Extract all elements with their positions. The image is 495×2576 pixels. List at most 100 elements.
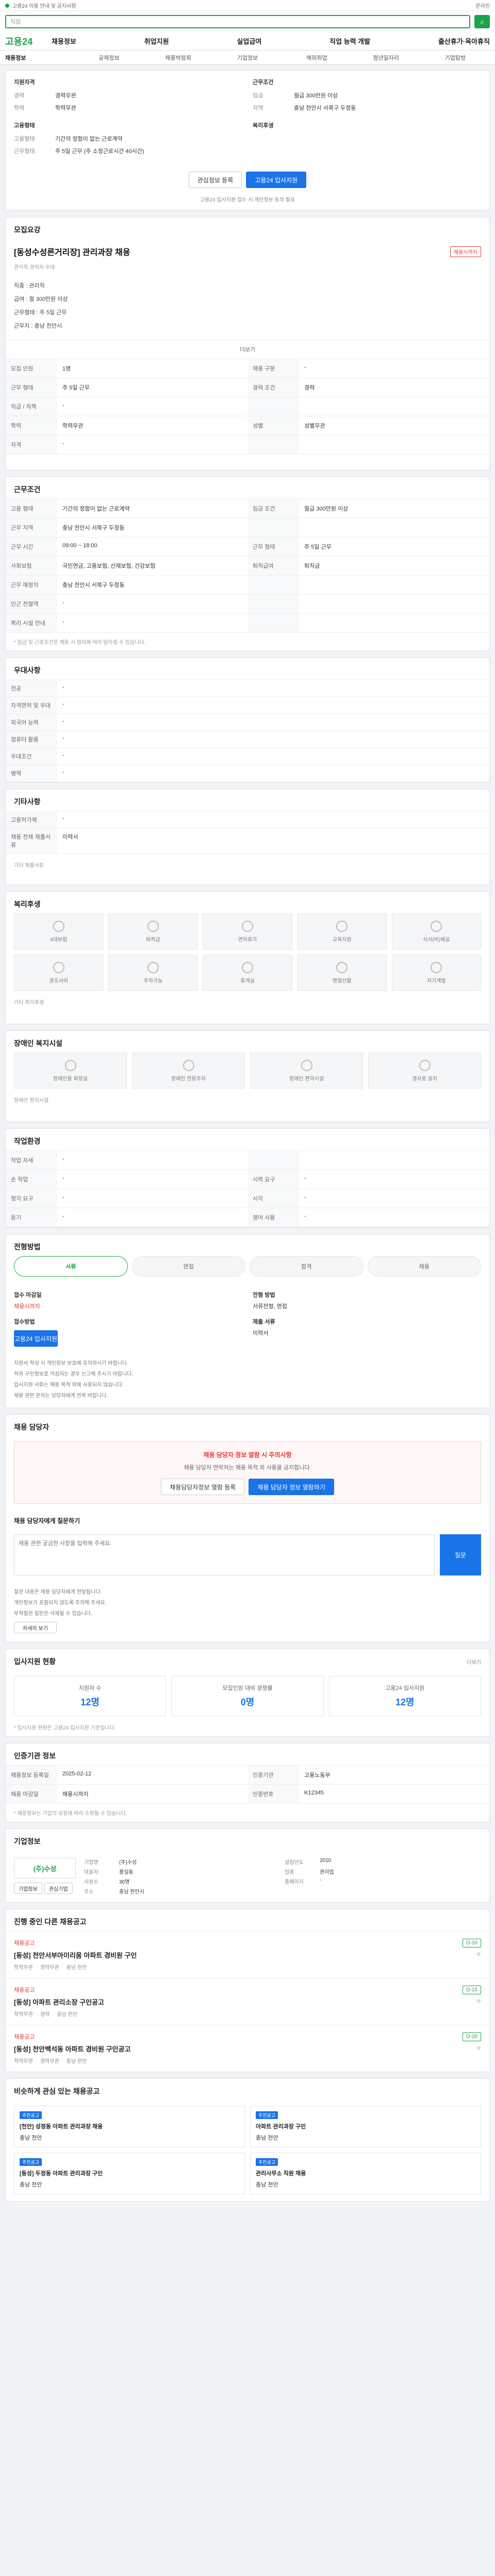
- apply-button[interactable]: 고용24 입사지원: [14, 1330, 58, 1347]
- other-table: 고용허가제 - 채용 전제 제출서류 이력서: [6, 811, 489, 854]
- qna-more-button[interactable]: 자세히 보기: [14, 1622, 57, 1633]
- top-notice-bar: 고용24 이용 안내 및 공지사항 온라인: [0, 0, 495, 11]
- disability-grid: 장애인용 화장실 장애인 전용주차 장애인 편의시설 경사로 설치: [6, 1053, 489, 1096]
- subnav-item-3[interactable]: 기업정보: [213, 54, 282, 62]
- conditions-section-title: 근무조건: [14, 485, 41, 494]
- process-section-title: 전형방법: [14, 1243, 41, 1251]
- list-item[interactable]: 추천공고 아파트 관리과장 구인 충남 천안: [250, 2106, 481, 2147]
- conditions-footnote: * 임금 및 근로조건은 채용 시 협의에 따라 달라질 수 있습니다.: [14, 640, 146, 646]
- recruit-grid: 모집 인원 1명 채용 구분 - 근무 형태 주 5일 근무 경력 조건 경력 직급 / 직…: [6, 359, 489, 454]
- gnb-item-leave[interactable]: 출산휴가·육아휴직: [438, 36, 490, 46]
- list-item[interactable]: 추천공고 [동성] 두정동 아파트 관리과장 구인 충남 천안: [14, 2153, 245, 2194]
- subnav-item-6[interactable]: 기업탐방: [421, 54, 490, 62]
- deadline-badge: D-10: [463, 1939, 481, 1947]
- welfare-item: 자기계발: [391, 955, 481, 991]
- recruit-section-title: 모집요강: [14, 226, 41, 234]
- other-section-title: 기타사항: [14, 798, 41, 806]
- search-input[interactable]: 직업: [5, 15, 470, 28]
- welfare-section-title: 복리후생: [14, 900, 41, 908]
- welfare-grid: 4대보험 퇴직금 연차휴가 교육지원 식사(비)제공 경조사비 주차가능 휴게실…: [6, 913, 489, 998]
- check-item: 직종 : 관리직: [14, 283, 45, 289]
- list-item[interactable]: 채용공고 [동성] 아파트 관리소장 구인공고 학력무관 경력 충남 천안 D-15…: [6, 1978, 489, 2025]
- summary-mid-right-title: 복리후생: [253, 123, 274, 129]
- list-item[interactable]: 추천공고 관리사무소 직원 채용 충남 천안: [250, 2153, 481, 2194]
- growth-icon: [431, 961, 442, 973]
- welfare-item: 식사(비)제공: [391, 913, 481, 950]
- process-step: 합격: [250, 1256, 364, 1277]
- process-card: 전형방법 서류 면접 합격 채용 접수 마감일 채용시까지 접수방법 고용24 …: [5, 1234, 490, 1408]
- subnav-item-0[interactable]: 채용정보: [5, 54, 74, 62]
- company-interest-button[interactable]: 관심기업: [44, 1883, 73, 1894]
- gnb-item-jobs[interactable]: 채용정보: [52, 36, 76, 46]
- gift-icon: [53, 961, 64, 973]
- welfare-item: 경조사비: [14, 955, 104, 991]
- company-info-button[interactable]: 기업정보: [14, 1883, 42, 1894]
- list-item[interactable]: 채용공고 [동성] 천안백석동 아파트 경비원 구인공고 학력무관 경력무관 충남 …: [6, 2025, 489, 2072]
- gnb-item-training[interactable]: 직업 능력 개발: [329, 36, 370, 46]
- process-bullet: 입사지원 서류는 채용 목적 외에 사용되지 않습니다.: [14, 1382, 124, 1388]
- subnav-item-2[interactable]: 채용박람회: [144, 54, 213, 62]
- star-icon[interactable]: ☆: [476, 1998, 481, 2004]
- subnav-item-4[interactable]: 해외취업: [282, 54, 351, 62]
- process-bullet: 채용 관련 문의는 담당자에게 연락 바랍니다.: [14, 1393, 108, 1399]
- other-extra: 기타 제출서류: [14, 863, 44, 869]
- process-step: 면접: [131, 1256, 245, 1277]
- list-item[interactable]: 채용공고 [동성] 천안서부아이리움 아파트 경비원 구인 학력무관 경력무관 충남…: [6, 1931, 489, 1978]
- recruit-more-link[interactable]: 더보기: [6, 340, 489, 359]
- welfare-item: 휴게실: [203, 955, 292, 991]
- recruit-card: 모집요강 [동성수성른거리장] 관리과장 채용 채용시까지 관리직 경력자 우대…: [5, 217, 490, 470]
- welfare-item: 명절선물: [297, 955, 387, 991]
- meal-icon: [431, 920, 442, 932]
- prefer-card: 우대사항 전공 - 자격면허 및 우대 - 외국어 능력 - 컴퓨터 활용 - 우대조건…: [5, 657, 490, 783]
- process-step: 서류: [14, 1256, 128, 1277]
- recommend-card: 비슷하게 관심 있는 채용공고 추천공고 [천안] 성정동 아파트 관리과장 채용…: [5, 2078, 490, 2202]
- apply-button-top[interactable]: 고용24 입사지원: [246, 172, 307, 188]
- manage-card: 인증기관 정보 채용정보 등록일 2025-02-12 인증기관 고용노동부 채용 마…: [5, 1743, 490, 1822]
- disability-item: 장애인용 화장실: [14, 1053, 127, 1089]
- subnav-item-1[interactable]: 공채정보: [74, 54, 143, 62]
- star-icon[interactable]: ☆: [476, 1952, 481, 1957]
- work-env-section-title: 작업환경: [14, 1137, 41, 1145]
- gnb-item-support[interactable]: 취업지원: [144, 36, 169, 46]
- disability-item: 장애인 전용주차: [132, 1053, 245, 1089]
- check-item: 근무형태 : 주 5일 근무: [14, 310, 67, 316]
- manage-footnote: * 채용정보는 기업의 요청에 따라 수정될 수 있습니다.: [14, 1811, 127, 1817]
- summary-right-title: 근무조건: [253, 79, 274, 86]
- subnav-item-5[interactable]: 청년일자리: [351, 54, 420, 62]
- recruit-summary-line: 관리직 경력자 우대: [14, 265, 55, 270]
- manage-section-title: 인증기관 정보: [14, 1752, 56, 1760]
- process-steps: 서류 면접 합격 채용: [6, 1256, 489, 1284]
- stat-item: 모집인원 대비 경쟁률 0명: [171, 1676, 324, 1716]
- gnb-item-unemployment[interactable]: 실업급여: [237, 36, 261, 46]
- stats-more-link[interactable]: 더보기: [467, 1658, 481, 1666]
- work-env-card: 작업환경 작업 자세 - 손 작업 - 시력 요구 - 청각 요구 - 시각 - 듣기 - 영어 …: [5, 1128, 490, 1228]
- parking-icon: [147, 961, 159, 973]
- sub-nav: 채용정보 공채정보 채용박람회 기업정보 해외취업 청년일자리 기업탐방: [0, 50, 495, 65]
- site-logo[interactable]: 고용24: [5, 35, 41, 48]
- interest-button[interactable]: 관심정보 등록: [188, 172, 242, 188]
- company-logo: (주)수성: [14, 1858, 76, 1878]
- prefer-section-title: 우대사항: [14, 666, 41, 674]
- list-item[interactable]: 추천공고 [천안] 성정동 아파트 관리과장 채용 충남 천안: [14, 2106, 245, 2147]
- qna-input[interactable]: [14, 1534, 435, 1575]
- star-icon[interactable]: ☆: [476, 2045, 481, 2051]
- qna-title: 채용 담당자에게 질문하기: [14, 1517, 80, 1524]
- contact-notice: 채용 담당자 정보 열람 시 주의사항 채용 담당자 연락처는 채용 목적 외 …: [14, 1442, 481, 1504]
- company-card: 기업정보 (주)수성 기업정보 관심기업 기업명 (주)수성 설립년도 2010 대표…: [5, 1828, 490, 1903]
- contact-register-button[interactable]: 채용담당자정보 열람 등록: [161, 1479, 245, 1495]
- search-button[interactable]: ⌕: [474, 15, 490, 28]
- summary-card: 지원자격 경력 경력무관 학력 학력무관 고용형태 고용형태 기간의 정함이 없는 근…: [5, 70, 490, 211]
- welfare-item: 4대보험: [14, 913, 104, 950]
- other-card: 기타사항 고용허가제 - 채용 전제 제출서류 이력서 기타 제출서류: [5, 789, 490, 885]
- ramp-icon: [419, 1059, 431, 1071]
- insurance-icon: [53, 920, 64, 932]
- conditions-grid: 고용 형태 기간의 정함이 없는 근로계약 임금 조건 월급 300만원 이상 근무 …: [6, 499, 489, 633]
- global-nav: 고용24 채용정보 취업지원 실업급여 직업 능력 개발 출산휴가·육아휴직: [0, 32, 495, 50]
- contact-view-button[interactable]: 채용 담당자 정보 열람하기: [249, 1479, 334, 1495]
- money-icon: [147, 920, 159, 932]
- summary-left-title: 지원자격: [14, 79, 35, 86]
- welfare-item: 주차가능: [108, 955, 198, 991]
- qna-submit-button[interactable]: 질문: [440, 1534, 481, 1575]
- welfare-item: 퇴직금: [108, 913, 198, 950]
- search-icon: ⌕: [480, 17, 484, 26]
